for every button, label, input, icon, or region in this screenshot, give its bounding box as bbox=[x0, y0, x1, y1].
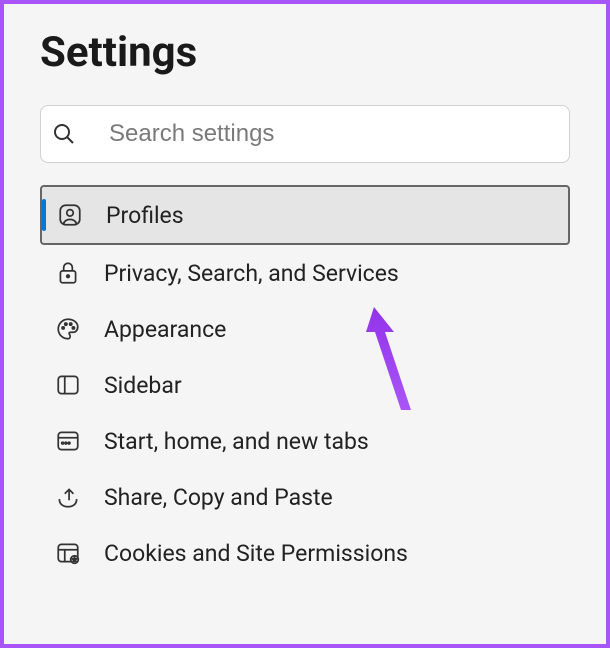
settings-nav: Profiles Privacy, Search, and Services A… bbox=[40, 185, 570, 581]
nav-item-label: Sidebar bbox=[104, 372, 182, 399]
nav-item-label: Privacy, Search, and Services bbox=[104, 260, 399, 287]
nav-item-label: Appearance bbox=[104, 316, 226, 343]
tabs-icon bbox=[54, 427, 82, 455]
nav-item-label: Profiles bbox=[106, 202, 184, 229]
search-settings-box[interactable] bbox=[40, 105, 570, 163]
search-icon bbox=[59, 120, 87, 148]
sidebar-icon bbox=[54, 371, 82, 399]
nav-item-cookies[interactable]: Cookies and Site Permissions bbox=[40, 525, 570, 581]
profile-icon bbox=[56, 201, 84, 229]
nav-item-appearance[interactable]: Appearance bbox=[40, 301, 570, 357]
lock-icon bbox=[54, 259, 82, 287]
nav-item-label: Start, home, and new tabs bbox=[104, 428, 369, 455]
nav-item-profiles[interactable]: Profiles bbox=[40, 185, 570, 245]
nav-item-start-home[interactable]: Start, home, and new tabs bbox=[40, 413, 570, 469]
page-title: Settings bbox=[40, 28, 570, 77]
nav-item-label: Share, Copy and Paste bbox=[104, 484, 333, 511]
nav-item-label: Cookies and Site Permissions bbox=[104, 540, 408, 567]
nav-item-share-copy-paste[interactable]: Share, Copy and Paste bbox=[40, 469, 570, 525]
search-input[interactable] bbox=[109, 120, 551, 148]
nav-item-privacy[interactable]: Privacy, Search, and Services bbox=[40, 245, 570, 301]
cookies-icon bbox=[54, 539, 82, 567]
share-icon bbox=[54, 483, 82, 511]
palette-icon bbox=[54, 315, 82, 343]
nav-item-sidebar[interactable]: Sidebar bbox=[40, 357, 570, 413]
